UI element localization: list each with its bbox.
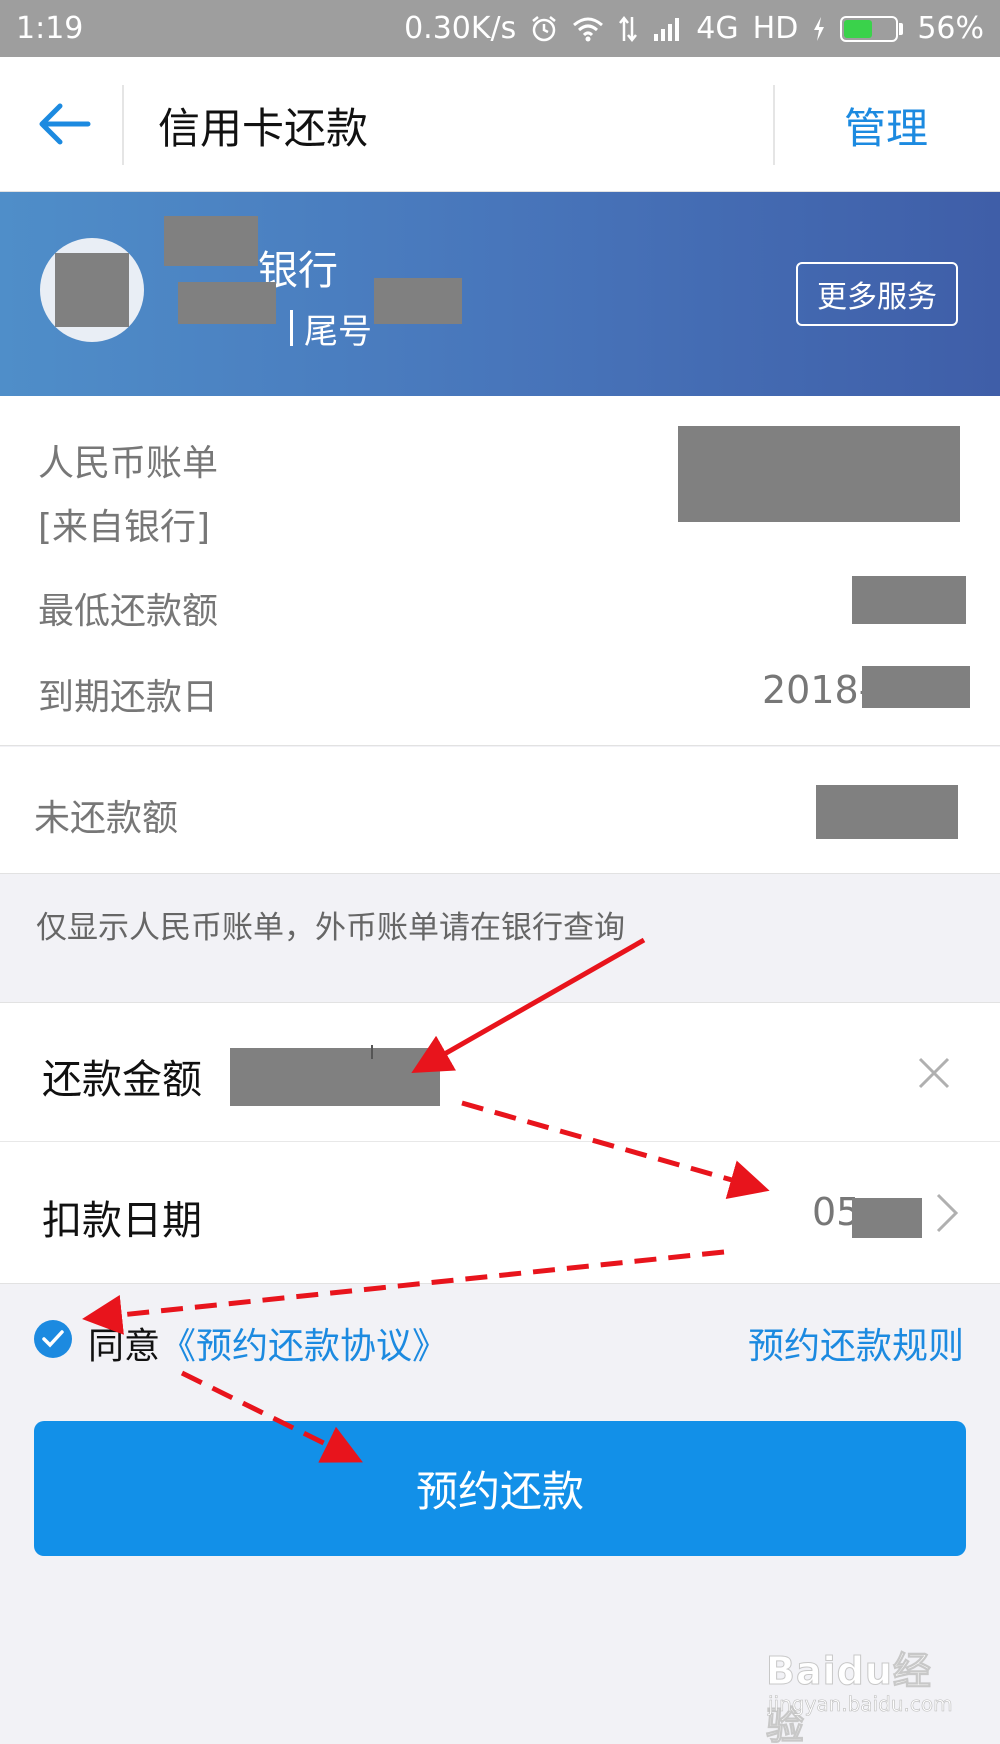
nav-bar: 信用卡还款 管理: [0, 57, 1000, 192]
deduction-date-row[interactable]: 扣款日期 05: [0, 1142, 1000, 1284]
card-separator: [290, 310, 293, 346]
unpaid-amount-row: 未还款额: [0, 747, 1000, 874]
battery-icon: [840, 15, 904, 42]
bill-source-label: [来自银行]: [38, 507, 211, 548]
watermark-url: jingyan.baidu.com: [768, 1692, 953, 1717]
rules-link[interactable]: 预约还款规则: [748, 1317, 964, 1369]
baidu-watermark: Baidu经验 jingyan.baidu.com: [766, 1632, 966, 1744]
battery-percent: 56%: [917, 11, 984, 46]
unpaid-label: 未还款额: [34, 798, 179, 839]
data-arrows-icon: [619, 15, 638, 42]
redacted-card-tail: [374, 278, 462, 324]
min-payment-label: 最低还款额: [38, 591, 219, 632]
wifi-icon: [573, 17, 604, 41]
network-type: 4G: [696, 11, 739, 46]
bill-summary: 人民币账单 [来自银行] 最低还款额 到期还款日 2018-: [0, 396, 1000, 746]
rmb-bill-label: 人民币账单: [38, 443, 219, 484]
checkmark-icon: [42, 1330, 64, 1348]
amount-input[interactable]: [230, 1048, 440, 1106]
amount-row: 还款金额: [0, 1002, 1000, 1142]
card-tail-label: 尾号: [304, 312, 372, 352]
redacted-bank-name: [164, 216, 258, 266]
date-label: 扣款日期: [42, 1198, 202, 1244]
redacted-unpaid-amount: [816, 785, 958, 839]
agree-checkbox[interactable]: [34, 1320, 72, 1358]
alarm-icon: [532, 15, 557, 41]
due-date-label: 到期还款日: [38, 677, 219, 718]
charging-icon: [814, 16, 825, 41]
text-cursor: [371, 1045, 373, 1059]
status-bar: 1:19 0.30K/s 4G HD 56%: [0, 0, 1000, 57]
battery-fill: [844, 19, 873, 38]
amount-label: 还款金额: [42, 1057, 202, 1103]
agreement-link[interactable]: 《预约还款协议》: [160, 1317, 448, 1369]
bank-card-header: 银行 尾号 更多服务: [0, 192, 1000, 396]
redacted-card-holder: [178, 282, 276, 324]
redacted-min-payment: [852, 576, 966, 624]
signal-icon: [654, 17, 680, 41]
bank-logo: [40, 238, 144, 342]
currency-note: 仅显示人民币账单，外币账单请在银行查询: [36, 910, 625, 946]
redacted-due-date: [862, 666, 970, 708]
close-icon[interactable]: [914, 1053, 954, 1093]
back-arrow-icon[interactable]: [30, 89, 100, 159]
manage-button[interactable]: 管理: [844, 95, 928, 156]
status-icons: 0.30K/s 4G HD 56%: [404, 11, 984, 46]
redacted-date: [852, 1198, 922, 1238]
redacted-bill-amount: [678, 426, 960, 522]
chevron-right-icon: [936, 1193, 959, 1233]
due-date-value: 2018-: [762, 668, 873, 712]
nav-divider: [122, 85, 124, 165]
nav-divider: [773, 85, 775, 165]
network-speed: 0.30K/s: [404, 11, 517, 46]
hd-label: HD: [752, 11, 799, 46]
redacted-logo: [55, 253, 129, 327]
agree-label: 同意: [88, 1326, 161, 1367]
page-title: 信用卡还款: [158, 104, 369, 153]
more-services-button[interactable]: 更多服务: [796, 262, 958, 326]
schedule-payment-button[interactable]: 预约还款: [34, 1421, 966, 1556]
status-time: 1:19: [16, 11, 84, 46]
